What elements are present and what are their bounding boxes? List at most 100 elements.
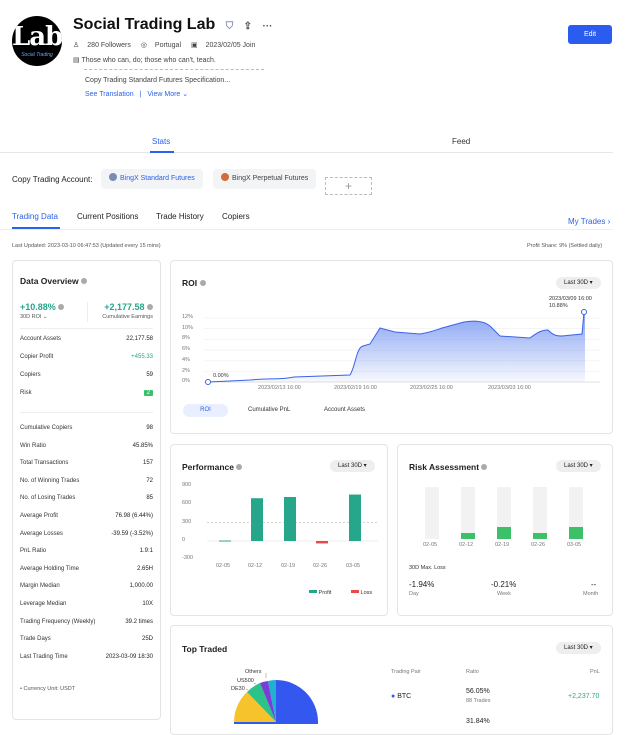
view-more-link[interactable]: View More	[147, 91, 180, 98]
overview-row: Average Losses -39.59 (-3.52%)	[20, 531, 153, 537]
subtab-current-positions[interactable]: Current Positions	[77, 212, 138, 221]
pie-label-us500: US500	[237, 678, 254, 684]
see-translation-link[interactable]: See Translation	[85, 91, 134, 98]
badge-icon	[221, 173, 229, 181]
my-trades-link[interactable]: My Trades ›	[568, 217, 610, 226]
badge-icon	[109, 173, 117, 181]
account-perpetual-futures[interactable]: BingX Perpetual Futures	[213, 169, 317, 189]
overview-row-value: 76.98 (6.44%)	[115, 513, 153, 519]
account-standard-futures[interactable]: BingX Standard Futures	[101, 169, 203, 189]
legend-profit-label: Profit	[318, 590, 332, 596]
profile-name-text: Social Trading Lab	[73, 16, 216, 33]
divider	[20, 412, 153, 413]
performance-xtick: 02-19	[281, 563, 296, 569]
overview-row: No. of Losing Trades 85	[20, 495, 153, 501]
earnings-value-text: +2,177.58	[104, 302, 145, 312]
performance-xtick: 03-05	[346, 563, 361, 569]
performance-bar	[251, 498, 263, 541]
performance-xtick: 02-05	[216, 563, 231, 569]
risk-xtick: 03-05	[567, 542, 582, 548]
more-icon[interactable]: ···	[263, 21, 273, 32]
tab-cumulative-pnl[interactable]: Cumulative PnL	[248, 404, 290, 417]
risk-title: Risk Assessment	[409, 462, 488, 472]
risk-period-dropdown[interactable]: Last 30D ▾	[556, 460, 601, 472]
roi-value-text: +10.88%	[20, 302, 56, 312]
overview-row-value: 98	[146, 425, 153, 431]
overview-row-value: 1.9:1	[139, 548, 153, 555]
location-icon: ◎	[140, 42, 147, 49]
performance-ytick: 600	[182, 500, 192, 507]
overview-row-label: Copier Profit	[20, 354, 54, 360]
currency-unit: • Currency Unit: USDT	[20, 686, 76, 692]
avatar-text: Lab	[12, 22, 62, 52]
roi-xtick: 2023/02/13 16:00	[258, 385, 301, 391]
pair-btc-label: BTC	[397, 693, 412, 700]
risk-period-label: Last 30D	[564, 463, 589, 469]
overview-row: Win Ratio 45.85%	[20, 443, 153, 449]
info-icon	[147, 304, 153, 310]
edit-button[interactable]: Edit	[568, 25, 612, 44]
top-traded-pie	[234, 673, 318, 724]
subtab-underline	[12, 227, 60, 229]
performance-bar	[284, 497, 296, 541]
overview-row: Margin Median 1,000.00	[20, 583, 153, 589]
month-label: Month	[583, 591, 599, 597]
overview-row-label: Cumulative Copiers	[20, 425, 73, 431]
avatar-subtext: Social Trading	[21, 52, 53, 58]
roi-ytick: 4%	[182, 356, 190, 363]
overview-row-value: 59	[146, 372, 153, 378]
tab-feed[interactable]: Feed	[452, 137, 470, 146]
roi-value: +10.88%	[20, 302, 65, 312]
overview-row: Average Profit 76.98 (6.44%)	[20, 513, 153, 519]
col-pnl: PnL	[590, 669, 600, 675]
info-icon	[80, 278, 87, 284]
overview-row-value: 85	[146, 495, 153, 502]
pair-btc[interactable]: ● BTC	[391, 693, 411, 700]
performance-ytick: 900	[182, 482, 192, 488]
tab-account-assets[interactable]: Account Assets	[324, 404, 365, 417]
overview-row-label: Last Trading Time	[20, 653, 68, 660]
share-icon[interactable]: ⇪	[244, 21, 252, 32]
subtab-trade-history[interactable]: Trade History	[156, 212, 204, 221]
roi-ytick: 0%	[182, 378, 190, 385]
overview-row-value: 2.65H	[136, 565, 153, 572]
add-account-button[interactable]: +	[325, 177, 372, 195]
info-icon	[199, 280, 206, 286]
currency-unit-text: Currency Unit: USDT	[23, 686, 76, 692]
profile-meta: ♙ 280 Followers ◎ Portugal ▣ 2023/02/05 Joi…	[73, 41, 263, 49]
overview-row: Trade Days 25D	[20, 636, 153, 642]
overview-row-value: 45.85%	[132, 442, 153, 449]
overview-row-label: No. of Losing Trades	[20, 495, 76, 502]
week-label: Week	[497, 591, 511, 597]
roi-period-dropdown[interactable]: Last 30D ▾	[556, 277, 601, 289]
roi-ytick: 6%	[182, 346, 190, 353]
subtab-copiers[interactable]: Copiers	[222, 212, 250, 221]
overview-row-value: 22,177.58	[126, 336, 153, 342]
pie-label-others: Others	[245, 669, 262, 675]
country: Portugal	[154, 42, 181, 49]
overview-row-label: PnL Ratio	[20, 548, 47, 555]
data-overview-card	[12, 260, 161, 720]
roi-start-point	[205, 379, 211, 385]
profile-links: See Translation | View More ⌄	[85, 91, 189, 98]
roi-ytick: 8%	[182, 335, 190, 342]
legend-profit: Profit	[309, 590, 331, 596]
overview-row: Last Trading Time 2023-03-09 18:30	[20, 654, 153, 660]
performance-ytick: 0	[182, 537, 186, 543]
overview-row-value: +455.33	[131, 354, 153, 360]
roi-xtick: 2023/02/19 16:00	[334, 385, 377, 391]
chevron-down-icon[interactable]: ⌄	[182, 91, 188, 98]
overview-row-label: Risk	[20, 390, 32, 396]
risk-xtick: 02-19	[495, 542, 510, 548]
tab-roi[interactable]: ROI	[183, 404, 228, 417]
legend-loss: Loss	[351, 590, 372, 596]
roi-end-point	[581, 309, 587, 315]
top-traded-period-dropdown[interactable]: Last 30D ▾	[556, 642, 601, 654]
overview-title: Data Overview	[20, 276, 87, 286]
tab-stats[interactable]: Stats	[152, 137, 170, 146]
leader-line	[245, 688, 249, 691]
roi-label[interactable]: 30D ROI ⌄	[20, 314, 48, 320]
subtab-trading-data[interactable]: Trading Data	[12, 212, 58, 221]
overview-row-value: 2023-03-09 18:30	[105, 653, 153, 660]
overview-row-value: 39.2 times	[125, 618, 153, 625]
